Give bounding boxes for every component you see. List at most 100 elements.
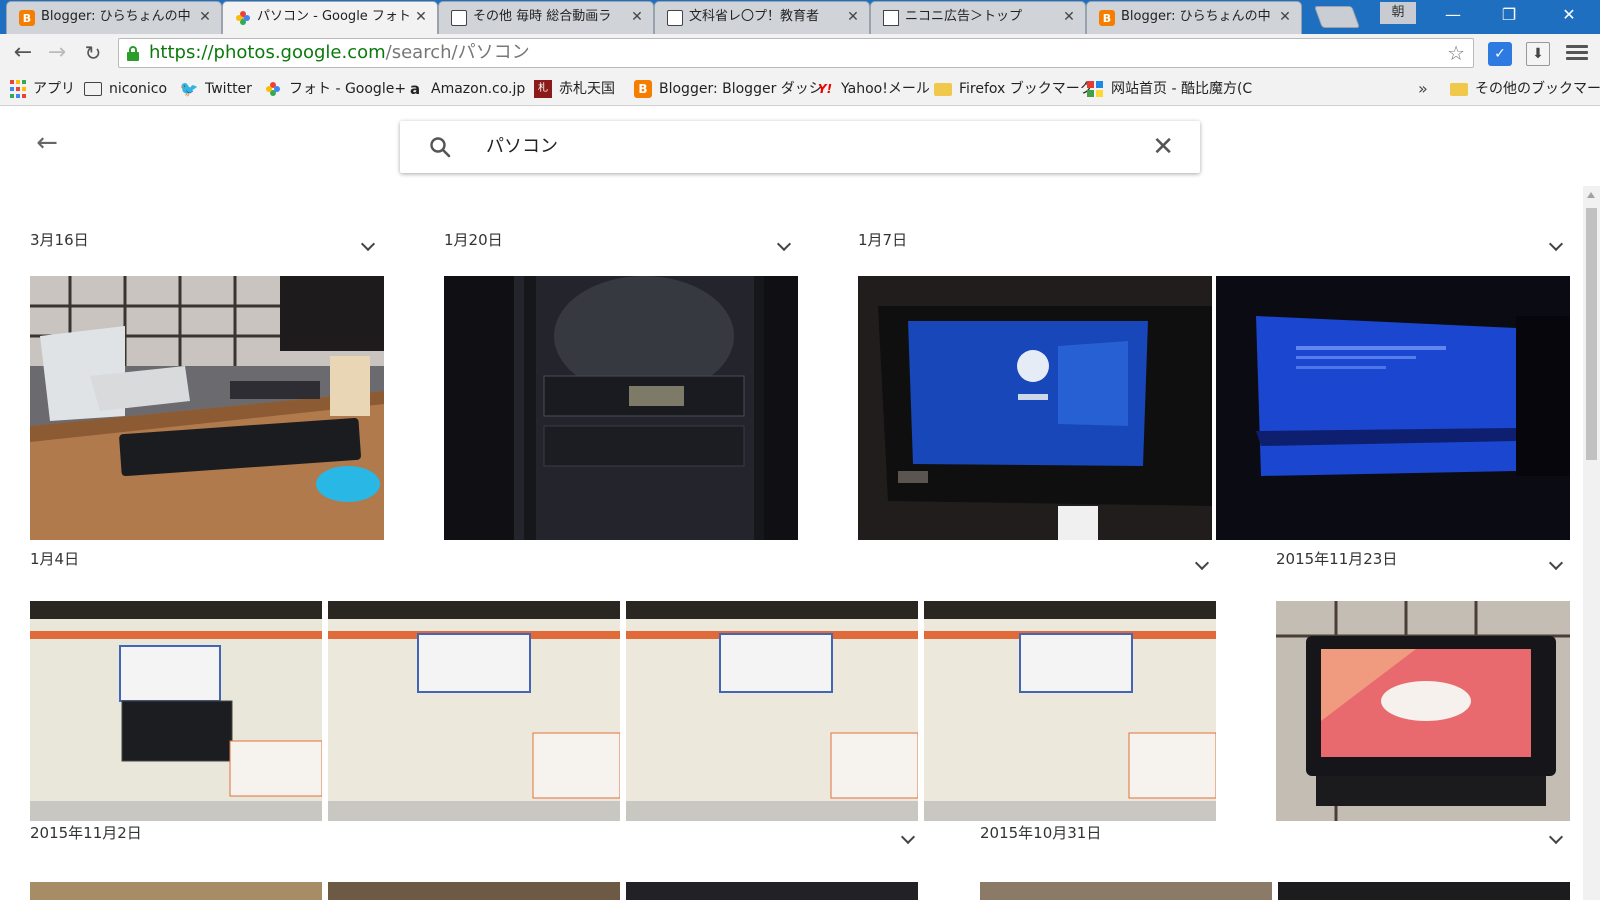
chevron-down-icon[interactable] [1548,831,1564,847]
tab-niconico-video[interactable]: 文科省レ〇プ！教育者 ✕ [654,1,870,34]
window-close-icon[interactable]: ✕ [1546,0,1592,30]
tab-close-icon[interactable]: ✕ [1277,9,1293,25]
tab-blogger-1[interactable]: B Blogger: ひらちょんの中 ✕ [6,1,222,34]
date-label: 1月7日 [858,231,908,249]
bookmark-amazon[interactable]: a Amazon.co.jp [406,77,525,101]
photo-monitor-bluescreen[interactable] [1216,276,1570,540]
address-bar[interactable]: https://photos.google.com/search/パソコン ☆ [118,38,1474,68]
forward-icon[interactable]: → [44,40,70,66]
bookmark-apps[interactable]: アプリ [10,77,75,101]
photo-partial[interactable] [1278,882,1570,900]
photo-laptop-screen-dialog[interactable] [626,601,918,821]
chevron-down-icon[interactable] [900,831,916,847]
date-label: 2015年11月2日 [30,824,142,842]
tab-title: その他 毎時 総合動画ラ [473,9,612,24]
reload-icon[interactable]: ↻ [80,40,106,66]
photo-monitor-windows10[interactable] [858,276,1212,540]
bookmark-blogger[interactable]: B Blogger: Blogger ダッシ [634,77,823,101]
photo-partial[interactable] [626,882,918,900]
date-label: 3月16日 [30,231,89,249]
photo-desk-laptop[interactable] [30,276,384,540]
search-icon[interactable] [428,135,452,159]
date-label: 1月4日 [30,550,80,568]
page-scrollbar[interactable] [1583,186,1600,900]
cube-site-icon [1086,80,1104,98]
niconico-tv-icon [84,82,102,96]
blogger-icon: B [19,10,35,26]
bookmark-akafuda[interactable]: 札 赤札天国 [534,77,615,101]
photo-partial[interactable] [30,882,322,900]
minimize-icon[interactable]: — [1430,0,1476,30]
photo-tv-anime[interactable] [1276,601,1570,821]
blogger-icon: B [634,80,652,98]
tab-nicoad[interactable]: ニコニ広告＞トップ ✕ [870,1,1086,34]
twitter-bird-icon: 🐦 [179,80,199,98]
tab-niconico-ranking[interactable]: その他 毎時 総合動画ラ ✕ [438,1,654,34]
bookmark-niconico[interactable]: niconico [84,77,167,101]
date-label: 1月20日 [444,231,503,249]
browser-toolbar: ← → ↻ https://photos.google.com/search/パ… [0,34,1600,72]
search-query[interactable]: パソコン [486,121,558,173]
chevron-down-icon[interactable] [360,238,376,254]
bookmarks-overflow-chevron[interactable]: » [1418,77,1428,101]
back-icon[interactable]: ← [10,40,36,66]
lock-icon [127,46,139,61]
url-text: https://photos.google.com/search/パソコン [149,42,530,63]
restore-icon[interactable]: ❐ [1486,0,1532,30]
photos-search-bar[interactable]: パソコン ✕ [400,121,1200,173]
tab-title: Blogger: ひらちょんの中 [41,9,191,24]
photos-search-page: ← パソコン ✕ 3月16日 1月20日 1月7日 1月4日 2015年11月2… [0,106,1600,900]
tab-close-icon[interactable]: ✕ [845,9,861,25]
yahoo-icon: Y! [817,82,833,96]
niconico-tv-icon [451,10,467,26]
tab-close-icon[interactable]: ✕ [413,9,429,25]
bookmark-firefox-folder[interactable]: Firefox ブックマーク [934,77,1094,101]
photo-laptop-screen-dialog[interactable] [30,601,322,821]
clear-search-icon[interactable]: ✕ [1152,133,1174,161]
folder-icon [1450,82,1468,96]
nicoad-icon [883,10,899,26]
menu-icon[interactable] [1566,42,1588,64]
photo-pc-case[interactable] [444,276,798,540]
tab-close-icon[interactable]: ✕ [629,9,645,25]
chevron-down-icon[interactable] [1194,557,1210,573]
photo-partial[interactable] [328,882,620,900]
bookmark-twitter[interactable]: 🐦 Twitter [180,77,252,101]
tab-google-photos[interactable]: パソコン - Google フォト ✕ [222,1,438,35]
niconico-tv-icon [667,10,683,26]
download-icon[interactable]: ⬇ [1526,42,1550,66]
tab-blogger-2[interactable]: B Blogger: ひらちょんの中 ✕ [1086,1,1302,34]
bookmark-star-icon[interactable]: ☆ [1447,41,1465,65]
bookmark-cube-site[interactable]: 网站首页 - 酷比魔方(C [1086,77,1252,101]
chevron-down-icon[interactable] [1548,238,1564,254]
tab-close-icon[interactable]: ✕ [1061,9,1077,25]
photo-laptop-screen-dialog[interactable] [328,601,620,821]
bookmark-other-folder[interactable]: その他のブックマーク [1450,77,1600,101]
extension-check-icon[interactable]: ✓ [1488,42,1512,66]
apps-grid-icon [10,80,26,98]
scrollbar-thumb[interactable] [1586,208,1597,460]
date-label: 2015年10月31日 [980,824,1102,842]
ime-indicator[interactable]: 朝 [1380,2,1416,24]
photo-laptop-screen-dialog[interactable] [924,601,1216,821]
bookmarks-bar: アプリ niconico 🐦 Twitter フォト - Google+ a A… [0,72,1600,106]
google-photos-icon [235,10,251,26]
back-arrow-icon[interactable]: ← [34,130,60,156]
scroll-up-icon[interactable] [1587,192,1595,198]
tab-strip: B Blogger: ひらちょんの中 ✕ パソコン - Google フォト ✕… [0,0,1600,35]
chevron-down-icon[interactable] [1548,557,1564,573]
akafuda-icon: 札 [534,80,552,98]
new-tab-button[interactable] [1313,6,1361,28]
folder-icon [934,82,952,96]
bookmark-yahoo-mail[interactable]: Y! Yahoo!メール [816,77,930,101]
bookmark-google-photos[interactable]: フォト - Google+ [264,77,406,101]
tab-title: ニコニ広告＞トップ [905,9,1023,24]
chevron-down-icon[interactable] [776,238,792,254]
google-photos-icon [264,80,282,98]
photo-partial[interactable] [980,882,1272,900]
tab-title: 文科省レ〇プ！教育者 [689,9,820,24]
blogger-icon: B [1099,10,1115,26]
tab-close-icon[interactable]: ✕ [197,9,213,25]
tab-title: パソコン - Google フォト [257,9,409,24]
date-label: 2015年11月23日 [1276,550,1398,568]
